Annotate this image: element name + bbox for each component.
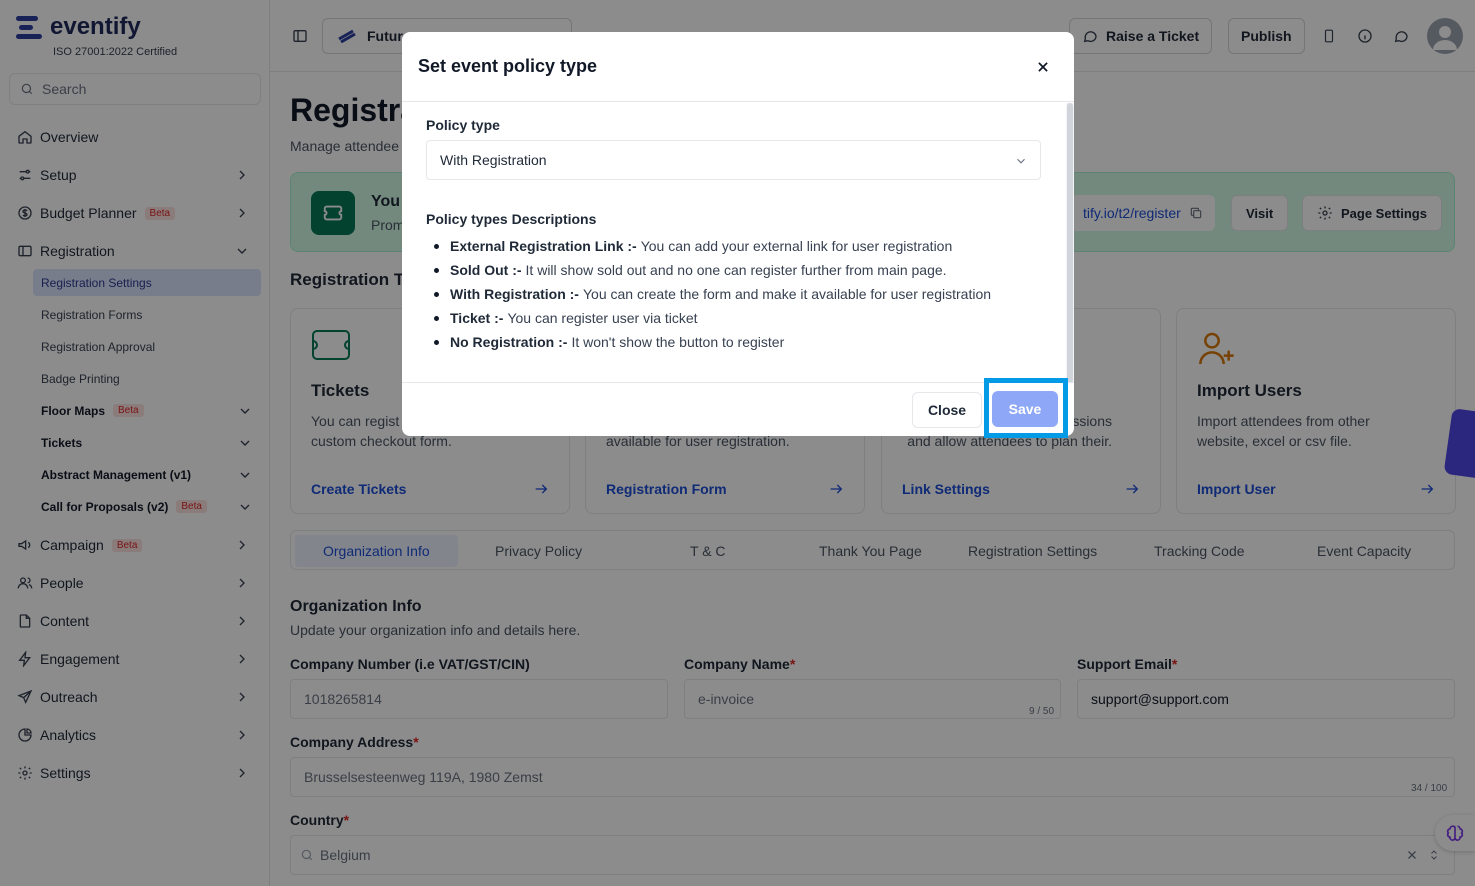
description-term: With Registration :- [450, 286, 579, 302]
description-term: No Registration :- [450, 334, 568, 350]
modal-title: Set event policy type [418, 56, 598, 76]
list-item: No Registration :- It won't show the butt… [426, 330, 991, 354]
chevron-down-icon [1017, 158, 1025, 164]
description-text: You can create the form and make it avai… [582, 286, 992, 302]
description-term: External Registration Link :- [450, 238, 637, 254]
policy-type-modal: Set event policy type Policy type With R… [402, 32, 1074, 436]
close-button[interactable]: Close [912, 392, 982, 428]
description-text: You can register user via ticket [507, 310, 698, 326]
descriptions-title: Policy types Descriptions [426, 211, 597, 227]
modal-footer: Close [402, 382, 1074, 436]
list-item: Ticket :- You can register user via ticke… [426, 306, 991, 330]
modal-scrollbar[interactable] [1066, 103, 1074, 383]
policy-type-select[interactable]: With Registration [426, 140, 1041, 180]
list-item: Sold Out :- It will show sold out and no … [426, 258, 991, 282]
modal-header: Set event policy type [402, 32, 1074, 102]
descriptions-list: External Registration Link :- You can add… [426, 234, 991, 354]
list-item: With Registration :- You can create the f… [426, 282, 991, 306]
save-button[interactable]: Save [992, 391, 1058, 427]
description-text: You can add your external link for user … [640, 238, 953, 254]
description-text: It will show sold out and no one can reg… [525, 262, 947, 278]
description-term: Ticket :- [450, 310, 504, 326]
description-text: It won't show the button to register [571, 334, 785, 350]
close-icon[interactable] [1034, 58, 1052, 76]
policy-type-value: With Registration [440, 152, 547, 168]
description-term: Sold Out :- [450, 262, 522, 278]
list-item: External Registration Link :- You can add… [426, 234, 991, 258]
policy-type-label: Policy type [426, 117, 500, 133]
modal-body: Policy type With Registration Policy typ… [402, 103, 1066, 383]
